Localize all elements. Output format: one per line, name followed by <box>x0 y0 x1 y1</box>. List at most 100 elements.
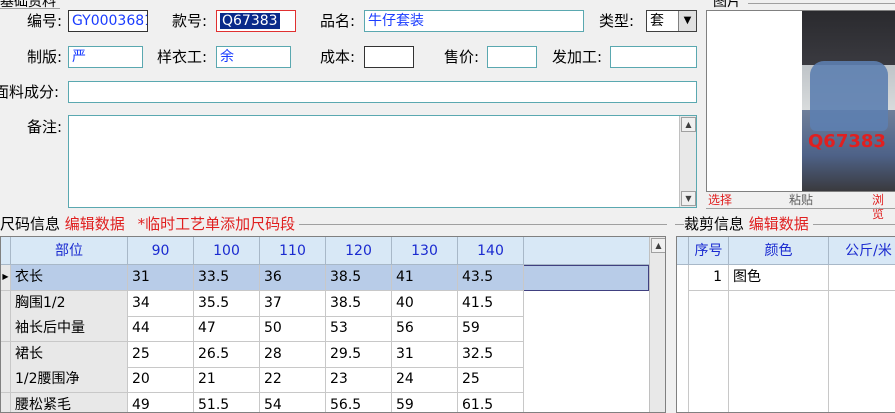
size-value-cell[interactable]: 31 <box>128 265 194 291</box>
chevron-down-icon[interactable]: ▼ <box>678 11 696 31</box>
size-value-cell[interactable]: 23 <box>326 367 392 393</box>
cut-index-cell[interactable]: 1 <box>689 265 729 291</box>
size-column-header[interactable]: 90 <box>128 237 194 265</box>
basic-group-title: 基础资料 <box>0 0 56 10</box>
row-indicator <box>1 392 11 412</box>
size-value-cell[interactable]: 24 <box>392 367 458 393</box>
picture-group-title: 图片 <box>713 0 741 10</box>
select-picture-link[interactable]: 选择 <box>708 193 732 207</box>
size-value-cell[interactable]: 37 <box>260 290 326 317</box>
size-value-cell[interactable]: 56.5 <box>326 392 392 412</box>
size-value-cell[interactable]: 22 <box>260 367 326 393</box>
cut-column-header[interactable]: 序号 <box>689 237 729 265</box>
style-no-field[interactable]: Q67383 <box>216 10 296 32</box>
paste-picture-link[interactable]: 粘贴 <box>789 193 813 207</box>
size-value-cell[interactable]: 59 <box>458 316 524 342</box>
size-column-header[interactable]: 110 <box>260 237 326 265</box>
cost-field[interactable] <box>364 46 414 68</box>
style-no-value: Q67383 <box>220 13 280 29</box>
size-value-cell[interactable]: 41.5 <box>458 290 524 317</box>
size-column-header[interactable]: 120 <box>326 237 392 265</box>
sample-worker-label: 样衣工: <box>157 48 208 66</box>
size-value-cell[interactable]: 35.5 <box>194 290 260 317</box>
fabric-field[interactable] <box>68 81 697 103</box>
size-part-cell[interactable]: 胸围1/2 <box>11 290 128 317</box>
size-part-cell[interactable]: 腰松紧毛 <box>11 392 128 412</box>
size-value-cell[interactable]: 29.5 <box>326 341 392 368</box>
size-value-cell[interactable]: 36 <box>260 265 326 291</box>
size-table-scrollbar[interactable]: ▲ <box>649 237 665 412</box>
cut-section-header: 裁剪信息 编辑数据 <box>684 215 813 233</box>
photo-watermark: Q67383 <box>808 131 886 152</box>
size-section-title: 尺码信息 <box>0 215 61 233</box>
size-value-cell[interactable]: 43.5 <box>458 265 524 291</box>
remark-scrollbar[interactable]: ▲ ▼ <box>679 116 696 207</box>
pattern-maker-field[interactable]: 严 <box>68 46 143 68</box>
sample-worker-field[interactable]: 余 <box>216 46 291 68</box>
size-value-cell[interactable]: 21 <box>194 367 260 393</box>
price-label: 售价: <box>444 48 480 66</box>
cut-edit-link[interactable]: 编辑数据 <box>749 215 809 233</box>
size-value-cell[interactable]: 26.5 <box>194 341 260 368</box>
cut-column-header[interactable]: 公斤/米 <box>829 237 895 265</box>
size-column-header[interactable]: 140 <box>458 237 524 265</box>
row-indicator <box>1 341 11 368</box>
size-value-cell[interactable]: 53 <box>326 316 392 342</box>
browse-picture-link[interactable]: 浏览 <box>872 193 895 221</box>
picture-frame[interactable]: Q67383 <box>706 10 895 192</box>
size-column-header[interactable]: 100 <box>194 237 260 265</box>
size-value-cell[interactable]: 59 <box>392 392 458 412</box>
price-field[interactable] <box>487 46 537 68</box>
row-indicator <box>1 290 11 317</box>
name-field[interactable]: 牛仔套装 <box>364 10 584 32</box>
product-photo: Q67383 <box>802 11 895 191</box>
processor-field[interactable] <box>610 46 697 68</box>
cut-table[interactable]: 序号 颜色 公斤/米 1 图色 <box>676 236 895 413</box>
size-value-cell[interactable]: 54 <box>260 392 326 412</box>
size-value-cell[interactable]: 25 <box>128 341 194 368</box>
cut-section-title: 裁剪信息 <box>684 215 745 233</box>
size-value-cell[interactable]: 47 <box>194 316 260 342</box>
size-value-cell[interactable]: 38.5 <box>326 290 392 317</box>
remark-textarea[interactable]: ▲ ▼ <box>68 115 697 208</box>
size-value-cell[interactable]: 20 <box>128 367 194 393</box>
size-value-cell[interactable]: 44 <box>128 316 194 342</box>
size-value-cell[interactable]: 32.5 <box>458 341 524 368</box>
size-edit-link[interactable]: 编辑数据 <box>65 215 125 233</box>
size-part-cell[interactable]: 衣长 <box>11 265 128 291</box>
row-indicator <box>1 316 11 342</box>
size-column-header[interactable]: 130 <box>392 237 458 265</box>
size-value-cell[interactable]: 33.5 <box>194 265 260 291</box>
size-value-cell[interactable]: 34 <box>128 290 194 317</box>
size-value-cell[interactable]: 50 <box>260 316 326 342</box>
size-value-cell[interactable]: 56 <box>392 316 458 342</box>
size-part-cell[interactable]: 裙长 <box>11 341 128 368</box>
code-field[interactable]: GY0003681 <box>68 10 148 32</box>
size-part-cell[interactable]: 1/2腰围净 <box>11 367 128 393</box>
type-select[interactable]: 套 ▼ <box>646 10 697 32</box>
size-value-cell[interactable]: 40 <box>392 290 458 317</box>
scroll-down-icon[interactable]: ▼ <box>681 191 696 206</box>
size-header-filler <box>524 237 649 265</box>
size-value-cell[interactable]: 31 <box>392 341 458 368</box>
size-value-cell[interactable]: 25 <box>458 367 524 393</box>
selected-row-filler <box>524 265 649 291</box>
size-value-cell[interactable]: 28 <box>260 341 326 368</box>
size-value-cell[interactable]: 51.5 <box>194 392 260 412</box>
size-value-cell[interactable]: 41 <box>392 265 458 291</box>
cut-column-header[interactable]: 颜色 <box>729 237 829 265</box>
size-column-header[interactable]: 部位 <box>11 237 128 265</box>
name-label: 品名: <box>320 12 356 30</box>
picture-group-border <box>748 3 895 4</box>
size-table[interactable]: 部位 90 100 110 120 130 140 ▶ 衣长 31 33.5 36 38.5 41 43.… <box>0 236 666 413</box>
size-part-cell[interactable]: 袖长后中量 <box>11 316 128 342</box>
scroll-up-icon[interactable]: ▲ <box>681 117 696 132</box>
size-value-cell[interactable]: 38.5 <box>326 265 392 291</box>
size-value-cell[interactable]: 61.5 <box>458 392 524 412</box>
scroll-up-icon[interactable]: ▲ <box>651 238 665 253</box>
cut-weight-cell[interactable] <box>829 265 895 291</box>
fabric-label: 面料成分: <box>0 83 60 101</box>
type-value: 套 <box>650 13 664 29</box>
size-value-cell[interactable]: 49 <box>128 392 194 412</box>
cut-color-cell[interactable]: 图色 <box>729 265 829 291</box>
